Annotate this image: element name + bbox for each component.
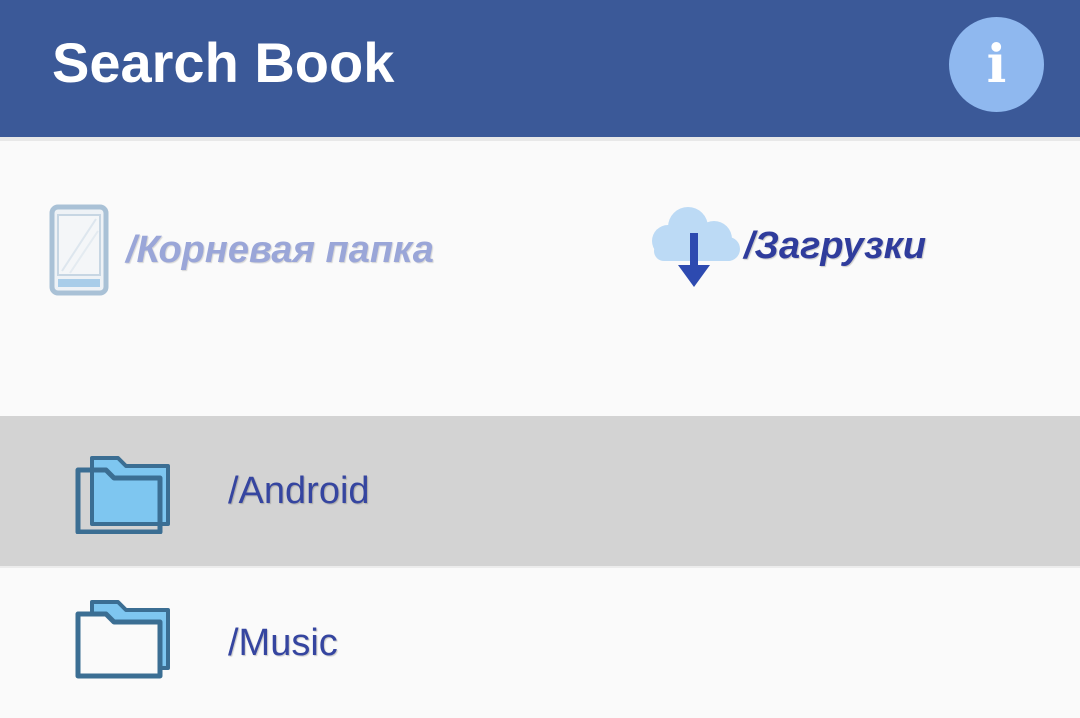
location-bar: /Корневая папка /Загрузки	[0, 141, 1080, 537]
root-folder-label: /Корневая папка	[126, 229, 434, 271]
app-title: Search Book	[52, 31, 395, 94]
list-item-music[interactable]: /Music	[0, 568, 1080, 718]
downloads-folder-button[interactable]: /Загрузки	[646, 203, 986, 293]
root-folder-button[interactable]: /Корневая папка	[48, 203, 548, 299]
folder-icon	[75, 600, 170, 679]
app-bar: Search Book i	[0, 0, 1080, 137]
file-name: /Android	[228, 470, 370, 512]
folder-icon	[75, 456, 170, 534]
cloud-download-icon	[652, 207, 740, 287]
info-icon: i	[986, 33, 1007, 95]
list-item-android[interactable]: /Android	[0, 416, 1080, 566]
info-button[interactable]: i	[949, 17, 1044, 112]
phone-icon	[49, 204, 109, 296]
downloads-folder-label: /Загрузки	[744, 225, 927, 267]
file-name: /Music	[228, 622, 338, 664]
